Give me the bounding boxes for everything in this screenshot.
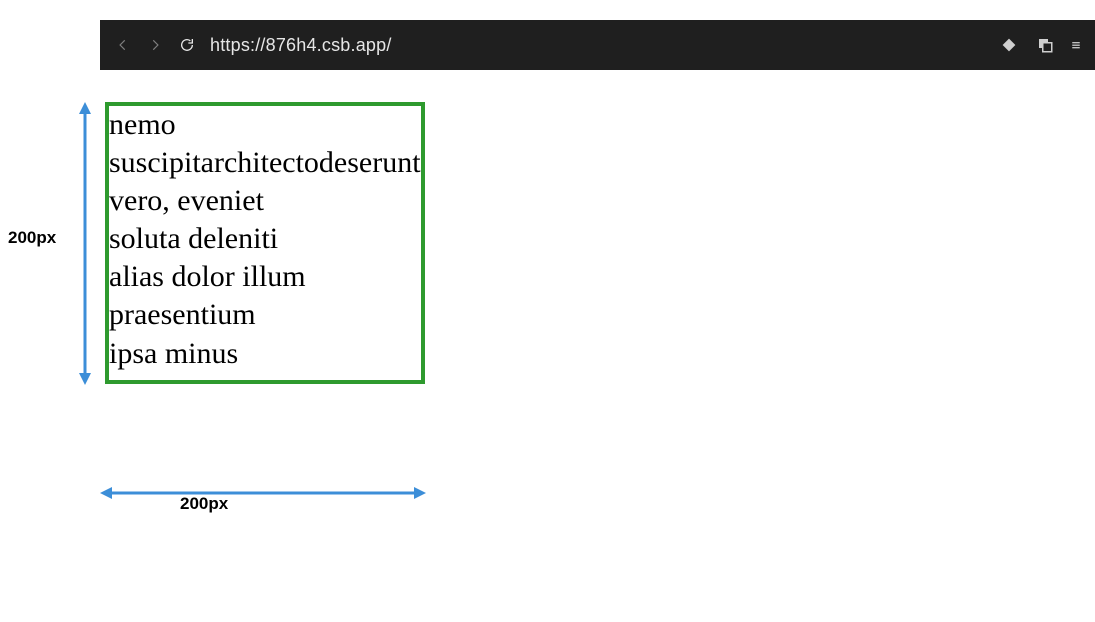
- height-label: 200px: [8, 228, 56, 248]
- box-line: nemo: [109, 106, 421, 144]
- box-line: suscipitarchitectodeserunt: [109, 144, 421, 182]
- windows-icon[interactable]: [1035, 35, 1055, 55]
- overflow-box: nemo suscipitarchitectodeserunt vero, ev…: [105, 102, 425, 384]
- url-text[interactable]: https://876h4.csb.app/: [210, 35, 985, 56]
- box-line: alias dolor illum: [109, 258, 421, 296]
- forward-icon[interactable]: [146, 36, 164, 54]
- address-bar: https://876h4.csb.app/: [100, 20, 1095, 70]
- box-line: praesentium: [109, 296, 421, 334]
- reload-icon[interactable]: [178, 36, 196, 54]
- box-line: soluta deleniti: [109, 220, 421, 258]
- height-arrow-icon: [78, 102, 92, 385]
- box-line: ipsa minus: [109, 335, 421, 373]
- box-line: vero, eveniet: [109, 182, 421, 220]
- back-icon[interactable]: [114, 36, 132, 54]
- diamond-icon[interactable]: [999, 35, 1019, 55]
- list-icon[interactable]: [1071, 35, 1081, 55]
- width-arrow-icon: [100, 485, 426, 501]
